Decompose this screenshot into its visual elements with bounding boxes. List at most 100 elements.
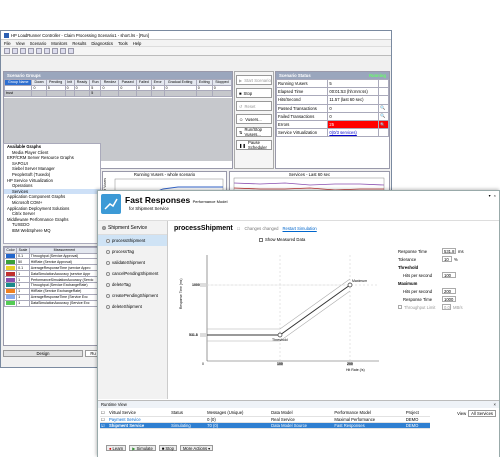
vusers-button[interactable]: ☺ Vusers... xyxy=(236,114,272,124)
pct-unit: % xyxy=(454,256,458,262)
threshold-point[interactable] xyxy=(277,332,283,338)
nav-op[interactable]: validateShipment xyxy=(98,257,167,268)
runtime-close-icon[interactable]: × xyxy=(494,402,496,407)
restart-simulation-link[interactable]: Restart Simulation xyxy=(283,226,317,231)
response-time-input[interactable]: 531.8 xyxy=(442,248,456,254)
save-icon[interactable] xyxy=(20,48,26,54)
magnifier-icon[interactable]: 🔍 xyxy=(377,103,390,113)
service-node[interactable]: Shipment Service xyxy=(98,221,167,235)
threshold-hits-input[interactable]: 100 xyxy=(442,272,456,278)
monitor-icon[interactable] xyxy=(68,48,74,54)
simulate-label: Simulate xyxy=(136,445,153,451)
graph-icon[interactable] xyxy=(60,48,66,54)
menu-help[interactable]: Help xyxy=(133,41,142,46)
max-response-input[interactable]: 1000 xyxy=(442,296,456,302)
view-select[interactable]: All Services xyxy=(468,410,496,417)
y-marker xyxy=(200,283,206,287)
stop-button[interactable]: ■ Stop xyxy=(158,445,177,451)
reset-button[interactable]: ↺ Reset xyxy=(236,101,272,111)
learn-button[interactable]: ● Learn xyxy=(106,445,127,451)
performance-chart[interactable]: Response Time (ms) Hit Rate (/s) 1000 53… xyxy=(174,249,392,375)
results-icon[interactable] xyxy=(52,48,58,54)
tab-design[interactable]: Design xyxy=(3,350,83,357)
status-value: 11.57 (last 60 sec) xyxy=(327,95,379,105)
table-row[interactable]: Errors 25 🔍 xyxy=(275,119,390,130)
service-cell[interactable]: Shipment Service xyxy=(108,422,171,430)
vusers-icon[interactable] xyxy=(44,48,50,54)
tree-item[interactable]: IBM WebSphere MQ xyxy=(4,228,100,234)
max-hits-input[interactable]: 200 xyxy=(442,288,456,294)
show-measured-checkbox[interactable] xyxy=(259,237,263,242)
menu-view[interactable]: View xyxy=(16,41,25,46)
table-row[interactable]: Service Virtualization 0(0/3 services) xyxy=(275,128,390,138)
menu-file[interactable]: File xyxy=(4,41,11,46)
table-row: Elapsed Time 00:01:53 (hh:mm:ss) xyxy=(275,87,390,97)
nav-op[interactable]: createPendingShipment xyxy=(98,290,167,301)
simulate-button[interactable]: ▶ Simulate xyxy=(129,445,156,451)
max-hits-row: Hits per second 200 xyxy=(398,287,498,295)
status-detail-cell xyxy=(377,128,390,138)
scenario-groups-table: Group Name Down Pending Init Ready Run R… xyxy=(3,79,233,97)
nav-op[interactable]: deleteTag xyxy=(98,279,167,290)
sv-title-suffix: Performance Model xyxy=(192,199,228,204)
maximum-point[interactable] xyxy=(347,282,353,288)
table-row-selected[interactable]: ☑ Shipment Service Simulating 70 (0) Dat… xyxy=(100,422,430,430)
cell xyxy=(211,90,233,97)
status-value: 0 xyxy=(327,111,379,121)
performance-model-icon xyxy=(101,194,121,214)
cell xyxy=(31,90,47,97)
table-row[interactable]: trust 5 xyxy=(3,90,233,97)
col-header[interactable]: Gradual Exiting xyxy=(163,79,197,86)
x-tick: 100 xyxy=(277,362,283,366)
col-header[interactable]: Group Name xyxy=(3,79,33,86)
menu-scenario[interactable]: Scenario xyxy=(30,41,47,46)
x-tick: 0 xyxy=(202,362,204,366)
run-stop-vusers-button[interactable]: ⇅ Run/Stop Vusers... xyxy=(236,127,272,137)
menu-monitors[interactable]: Monitors xyxy=(51,41,67,46)
magnifier-icon[interactable]: 🔍 xyxy=(377,111,390,121)
nav-op-selected[interactable]: processShipment xyxy=(98,235,167,246)
row-checkbox[interactable]: ☑ xyxy=(100,422,108,430)
cell xyxy=(195,90,213,97)
menu-tools[interactable]: Tools xyxy=(118,41,128,46)
tolerance-input[interactable]: 10 xyxy=(442,256,452,262)
operation-icon xyxy=(106,282,110,287)
learn-icon: ● xyxy=(109,445,112,451)
pause-scheduler-label: Pause Scheduler xyxy=(248,140,267,150)
scenario-status-header: Scenario Status Running xyxy=(276,72,389,79)
status-value[interactable]: 0(0/3 services) xyxy=(327,128,379,138)
magnifier-icon[interactable]: 🔍 xyxy=(377,119,390,130)
tolerance-row: Tolerance 10% xyxy=(398,255,498,263)
status-label: Failed Transactions xyxy=(275,111,329,121)
cell xyxy=(118,90,137,97)
throughput-input[interactable]: 0.0 xyxy=(442,304,451,310)
legend-row[interactable]: 1 DataSimulationAccuracy (Service Exc xyxy=(3,299,101,307)
ms-unit: ms xyxy=(458,248,464,254)
nav-op[interactable]: cancelPendingShipment xyxy=(98,268,167,279)
start-icon[interactable] xyxy=(28,48,34,54)
menu-results[interactable]: Results xyxy=(72,41,86,46)
nav-op[interactable]: processTag xyxy=(98,246,167,257)
stop-icon[interactable] xyxy=(36,48,42,54)
operation-header: processShipment ☐ Changes changed Restar… xyxy=(174,225,317,232)
pin-icon[interactable]: ▾ xyxy=(489,193,491,198)
menu-diagnostics[interactable]: Diagnostics xyxy=(91,41,113,46)
close-icon[interactable]: × xyxy=(494,193,496,198)
table-row[interactable]: Passed Transactions 0 🔍 xyxy=(275,103,390,113)
new-icon[interactable] xyxy=(4,48,10,54)
view-filter: View All Services xyxy=(457,410,496,417)
run-stop-icon: ⇅ xyxy=(239,129,243,135)
pause-scheduler-button[interactable]: ❚❚ Pause Scheduler xyxy=(236,140,272,150)
service-label: Shipment Service xyxy=(108,224,148,231)
reset-icon: ↺ xyxy=(239,103,243,109)
view-label: View xyxy=(457,411,467,416)
open-icon[interactable] xyxy=(12,48,18,54)
stop-button[interactable]: ■ Stop xyxy=(236,88,272,98)
more-actions-button[interactable]: More Actions ▾ xyxy=(179,445,214,451)
start-scenario-button[interactable]: ▶ Start Scenario xyxy=(236,75,272,85)
op-label: createPendingShipment xyxy=(112,293,158,298)
throughput-checkbox[interactable] xyxy=(398,305,402,309)
table-row[interactable]: Failed Transactions 0 🔍 xyxy=(275,111,390,121)
nav-op[interactable]: deleteShipment xyxy=(98,301,167,312)
pause-icon: ❚❚ xyxy=(239,142,247,148)
